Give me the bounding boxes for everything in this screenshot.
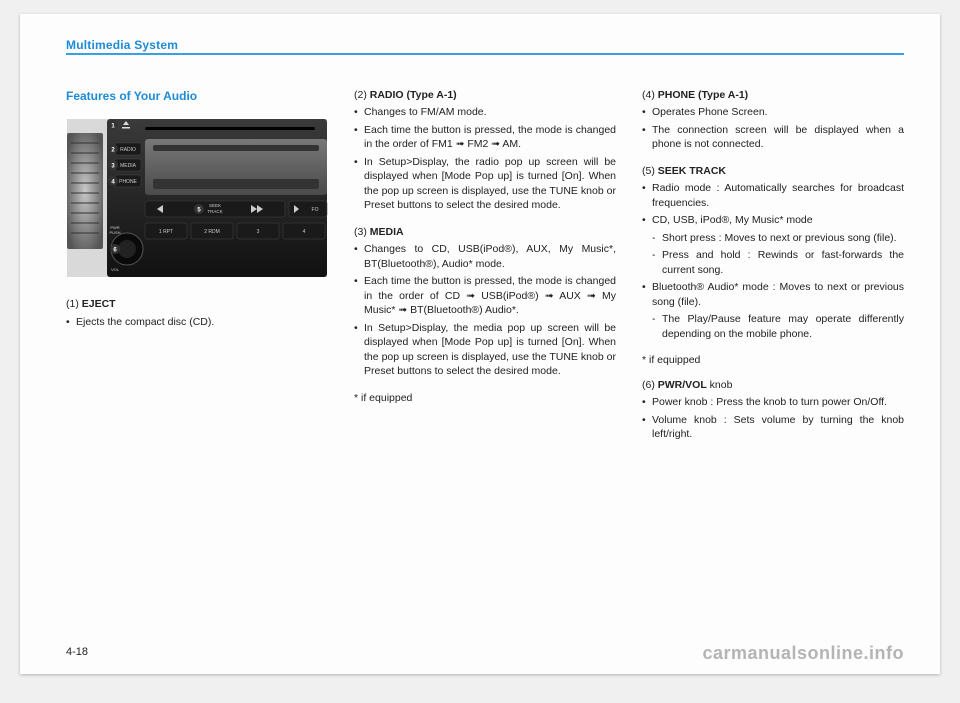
column-1: Features of Your Audio [66, 88, 328, 454]
page-header: Multimedia System [66, 38, 904, 62]
phone-heading: (4) PHONE (Type A-1) [642, 88, 904, 102]
callout-5: 5 [194, 204, 204, 214]
pwrvol-heading: (6) PWR/VOL knob [642, 378, 904, 392]
media-bullet-3: •In Setup>Display, the media pop up scre… [354, 321, 616, 379]
page-number: 4-18 [66, 646, 88, 658]
svg-text:4: 4 [303, 229, 306, 235]
callout-6: 6 [110, 244, 120, 254]
seek-bullet-1: •Radio mode : Automatically searches for… [642, 181, 904, 210]
footnote-1: * if equipped [354, 391, 616, 405]
section-seektrack: (5) SEEK TRACK •Radio mode : Automatical… [642, 164, 904, 341]
radio-heading: (2) RADIO (Type A-1) [354, 88, 616, 102]
media-bullet-2: •Each time the button is pressed, the mo… [354, 274, 616, 317]
svg-text:FO: FO [312, 207, 319, 213]
section-media: (3) MEDIA •Changes to CD, USB(iPod®), AU… [354, 225, 616, 379]
phone-bullet-2: •The connection screen will be displayed… [642, 123, 904, 152]
svg-text:MEDIA: MEDIA [120, 163, 137, 169]
section-pwrvol: (6) PWR/VOL knob •Power knob : Press the… [642, 378, 904, 442]
svg-text:TRACK: TRACK [207, 209, 222, 214]
callout-1: 1 [108, 120, 118, 130]
radio-bullet-3: •In Setup>Display, the radio pop up scre… [354, 155, 616, 213]
media-bullet-1: •Changes to CD, USB(iPod®), AUX, My Musi… [354, 242, 616, 271]
svg-text:PUSH: PUSH [109, 230, 120, 235]
svg-text:PHONE: PHONE [119, 179, 137, 185]
seek-sub-1: -Short press : Moves to next or previous… [642, 231, 904, 245]
pwrvol-bullet-2: •Volume knob : Sets volume by turning th… [642, 413, 904, 442]
header-title: Multimedia System [66, 38, 178, 52]
column-3: (4) PHONE (Type A-1) •Operates Phone Scr… [642, 88, 904, 454]
pwrvol-bullet-1: •Power knob : Press the knob to turn pow… [642, 395, 904, 409]
section-phone: (4) PHONE (Type A-1) •Operates Phone Scr… [642, 88, 904, 152]
svg-text:SEEK: SEEK [209, 203, 221, 208]
svg-text:RADIO: RADIO [120, 147, 136, 153]
seek-sub-2: -Press and hold : Rewinds or fast-forwar… [642, 248, 904, 277]
phone-bullet-1: •Operates Phone Screen. [642, 105, 904, 119]
seek-bullet-2: •CD, USB, iPod®, My Music* mode [642, 213, 904, 227]
svg-text:3: 3 [257, 229, 260, 235]
watermark: carmanualsonline.info [702, 643, 904, 664]
section-radio: (2) RADIO (Type A-1) •Changes to FM/AM m… [354, 88, 616, 213]
radio-bullet-2: •Each time the button is pressed, the mo… [354, 123, 616, 152]
section-eject: (1) EJECT •Ejects the compact disc (CD). [66, 297, 328, 329]
media-heading: (3) MEDIA [354, 225, 616, 239]
seek-sub-3: -The Play/Pause feature may operate diff… [642, 312, 904, 341]
seek-bullet-3: •Bluetooth® Audio* mode : Moves to next … [642, 280, 904, 309]
content-columns: Features of Your Audio [66, 88, 904, 454]
section-title: Features of Your Audio [66, 88, 328, 105]
radio-bullet-1: •Changes to FM/AM mode. [354, 105, 616, 119]
seektrack-heading: (5) SEEK TRACK [642, 164, 904, 178]
svg-text:VOL: VOL [111, 267, 120, 272]
callout-2: 2 [108, 144, 118, 154]
eject-bullet-1: •Ejects the compact disc (CD). [66, 315, 328, 329]
svg-text:2 RDM: 2 RDM [204, 229, 220, 235]
eject-heading: (1) EJECT [66, 297, 328, 311]
svg-text:1 RPT: 1 RPT [159, 229, 173, 235]
header-rule [66, 53, 904, 55]
footnote-2: * if equipped [642, 353, 904, 367]
callout-3: 3 [108, 160, 118, 170]
audio-unit-figure: RADIO MEDIA PHONE SEEK TRACK FO [66, 119, 328, 277]
callout-4: 4 [108, 176, 118, 186]
page: Multimedia System Features of Your Audio [20, 14, 940, 674]
column-2: (2) RADIO (Type A-1) •Changes to FM/AM m… [354, 88, 616, 454]
